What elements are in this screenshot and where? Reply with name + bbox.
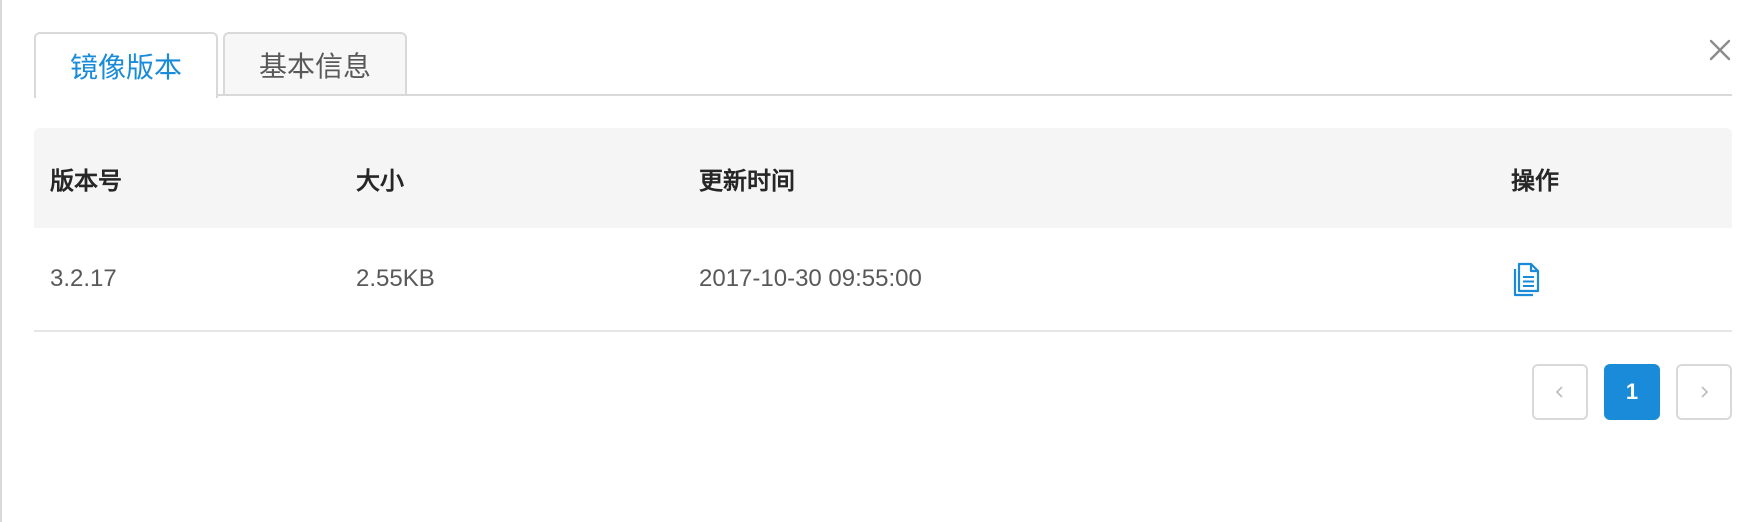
table-header: 版本号 大小 更新时间 操作 <box>34 128 1732 228</box>
column-header-version: 版本号 <box>50 167 122 195</box>
close-icon <box>1709 39 1731 61</box>
column-header-updated: 更新时间 <box>699 167 795 195</box>
updated-cell: 2017-10-30 09:55:00 <box>699 265 922 292</box>
prev-page-button[interactable] <box>1532 364 1588 420</box>
size-cell: 2.55KB <box>356 265 435 292</box>
tab-basic-info[interactable]: 基本信息 <box>223 32 408 96</box>
column-header-size: 大小 <box>356 167 404 195</box>
pagination: 1 <box>1532 364 1732 420</box>
actions-cell <box>1511 228 1541 330</box>
version-cell: 3.2.17 <box>50 265 117 292</box>
close-button[interactable] <box>1700 30 1740 70</box>
column-header-actions: 操作 <box>1511 167 1559 195</box>
table-row: 3.2.17 2.55KB 2017-10-30 09:55:00 <box>34 228 1732 332</box>
tab-divider <box>34 94 1732 96</box>
tab-bar: 镜像版本 基本信息 <box>34 32 408 98</box>
chevron-right-icon <box>1701 386 1709 398</box>
document-icon <box>1513 262 1540 297</box>
dialog-left-edge <box>0 0 2 522</box>
page-number-button[interactable]: 1 <box>1604 364 1660 420</box>
chevron-left-icon <box>1555 386 1563 398</box>
next-page-button[interactable] <box>1676 364 1732 420</box>
tab-image-versions[interactable]: 镜像版本 <box>34 32 219 98</box>
view-details-button[interactable] <box>1511 261 1541 297</box>
versions-table: 版本号 大小 更新时间 操作 3.2.17 2.55KB 2017-10-30 … <box>34 128 1732 332</box>
image-version-dialog: 镜像版本 基本信息 版本号 大小 更新时间 操作 3.2.17 2.55KB 2… <box>0 0 1754 522</box>
